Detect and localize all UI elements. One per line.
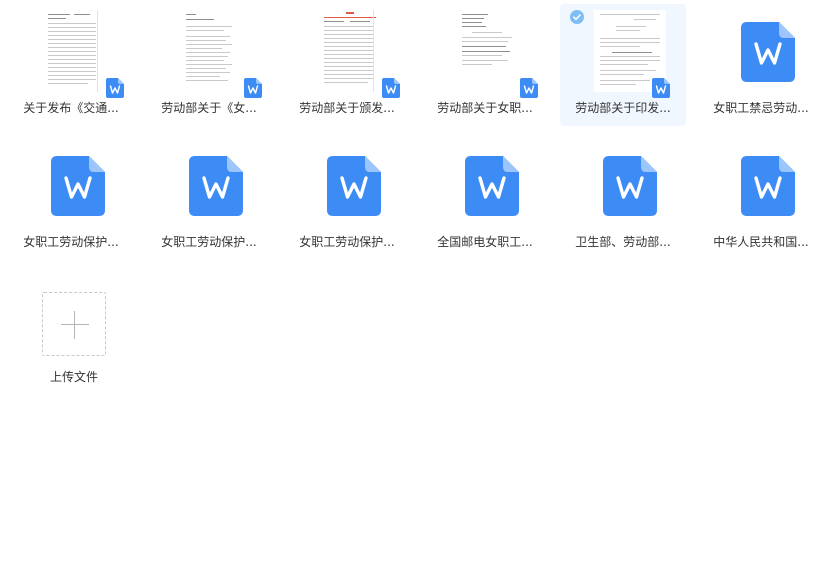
file-item[interactable]: 劳动部关于女职...: [422, 4, 548, 126]
file-item[interactable]: 女职工劳动保护...: [146, 138, 272, 260]
file-name: 女职工禁忌劳动...: [713, 101, 809, 115]
file-name: 女职工劳动保护...: [299, 235, 395, 249]
file-item[interactable]: 中华人民共和国...: [698, 138, 824, 260]
word-file-icon: [603, 156, 657, 216]
word-file-icon: [741, 156, 795, 216]
file-item[interactable]: 劳动部关于颁发...: [284, 4, 410, 126]
word-file-icon: [189, 156, 243, 216]
upload-label[interactable]: 上传文件: [24, 369, 124, 385]
word-badge-icon: [382, 78, 400, 98]
word-file-icon: [327, 156, 381, 216]
word-file-icon: [51, 156, 105, 216]
document-thumbnail: [44, 10, 104, 92]
file-name: 劳动部关于颁发...: [299, 101, 395, 115]
word-badge-icon: [244, 78, 262, 98]
upload-button[interactable]: [42, 292, 106, 356]
word-badge-icon: [520, 78, 538, 98]
file-item[interactable]: 女职工劳动保护...: [8, 138, 134, 260]
file-name: 劳动部关于印发...: [575, 101, 671, 115]
file-name: 卫生部、劳动部...: [575, 235, 671, 249]
file-name: 全国邮电女职工...: [437, 235, 533, 249]
file-name: 女职工劳动保护...: [161, 235, 257, 249]
document-thumbnail: [320, 10, 380, 92]
document-thumbnail: [458, 10, 518, 92]
file-item[interactable]: 卫生部、劳动部...: [560, 138, 686, 260]
plus-icon: [74, 311, 75, 339]
file-item-selected[interactable]: 劳动部关于印发...: [560, 4, 686, 126]
plus-icon: [61, 324, 89, 325]
file-item[interactable]: 劳动部关于《女...: [146, 4, 272, 126]
file-item[interactable]: 全国邮电女职工...: [422, 138, 548, 260]
file-name: 劳动部关于《女...: [161, 101, 257, 115]
file-name: 中华人民共和国...: [713, 235, 809, 249]
word-badge-icon: [106, 78, 124, 98]
word-file-icon: [465, 156, 519, 216]
file-item[interactable]: 女职工禁忌劳动...: [698, 4, 824, 126]
file-name: 劳动部关于女职...: [437, 101, 533, 115]
document-thumbnail: [182, 10, 242, 92]
word-file-icon: [741, 22, 795, 82]
word-badge-icon: [652, 78, 670, 98]
file-name: 女职工劳动保护...: [23, 235, 119, 249]
file-item[interactable]: 女职工劳动保护...: [284, 138, 410, 260]
file-item[interactable]: 关于发布《交通...: [8, 4, 134, 126]
file-name: 关于发布《交通...: [23, 101, 119, 115]
